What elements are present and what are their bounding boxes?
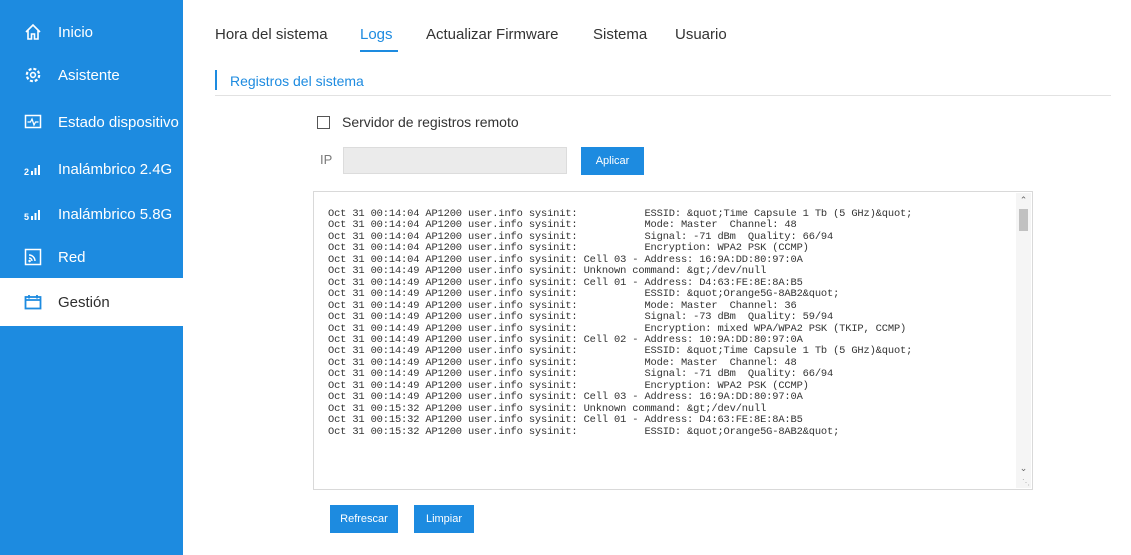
network-icon <box>24 248 42 266</box>
sidebar-item-label: Asistente <box>58 66 120 84</box>
log-textarea[interactable]: Oct 31 00:14:04 AP1200 user.info sysinit… <box>313 191 1033 490</box>
section-accent-bar <box>215 70 217 90</box>
sidebar-item-gestion[interactable]: Gestión <box>0 278 183 326</box>
tab-actualizar-firmware[interactable]: Actualizar Firmware <box>426 26 559 43</box>
sidebar-item-label: Gestión <box>58 293 110 311</box>
log-line: Oct 31 00:14:49 AP1200 user.info sysinit… <box>328 311 834 324</box>
refresh-button[interactable]: Refrescar <box>330 505 398 533</box>
monitor-icon <box>24 113 42 131</box>
sidebar-item-inicio[interactable]: Inicio <box>0 8 183 56</box>
ip-input[interactable] <box>343 147 567 174</box>
ip-label: IP <box>320 152 333 167</box>
tab-logs[interactable]: Logs <box>360 26 393 43</box>
log-content: Oct 31 00:14:04 AP1200 user.info sysinit… <box>328 209 1016 481</box>
tab-sistema[interactable]: Sistema <box>593 26 647 43</box>
sidebar-item-label: Inicio <box>58 23 94 41</box>
remote-server-label: Servidor de registros remoto <box>342 114 519 130</box>
log-scrollbar[interactable]: ⌃ ⌄ <box>1016 193 1031 488</box>
scroll-up-icon[interactable]: ⌃ <box>1016 193 1031 207</box>
resize-grip-icon[interactable]: ⋱ <box>1022 479 1030 487</box>
sidebar-item-label: Inalámbrico 2.4G <box>58 160 173 178</box>
sidebar-item-inalambrico-24g[interactable]: 2 Inalámbrico 2.4G <box>0 145 183 193</box>
signal-2g-icon: 2 <box>24 160 42 178</box>
section-title: Registros del sistema <box>230 73 364 89</box>
log-line: Oct 31 00:14:49 AP1200 user.info sysinit… <box>328 265 767 278</box>
home-icon <box>24 23 42 41</box>
signal-5g-icon: 5 <box>24 205 42 223</box>
apply-button[interactable]: Aplicar <box>581 147 644 175</box>
log-line: Oct 31 00:15:32 AP1200 user.info sysinit… <box>328 414 803 427</box>
sidebar-item-inalambrico-58g[interactable]: 5 Inalámbrico 5.8G <box>0 190 183 238</box>
clear-button[interactable]: Limpiar <box>414 505 474 533</box>
sidebar-item-asistente[interactable]: Asistente <box>0 51 183 99</box>
sidebar-item-label: Estado dispositivo <box>58 113 179 131</box>
active-tab-indicator <box>360 50 398 52</box>
scroll-thumb[interactable] <box>1019 209 1028 231</box>
sidebar: Inicio Asistente Estado dispositivo 2 In… <box>0 0 183 555</box>
log-line: Oct 31 00:14:49 AP1200 user.info sysinit… <box>328 288 840 301</box>
tab-usuario[interactable]: Usuario <box>675 26 727 43</box>
tab-hora-del-sistema[interactable]: Hora del sistema <box>215 26 328 43</box>
remote-server-checkbox[interactable] <box>317 116 330 129</box>
svg-text:2: 2 <box>24 167 29 177</box>
section-divider <box>215 95 1111 96</box>
scroll-down-icon[interactable]: ⌄ <box>1016 461 1031 475</box>
sidebar-item-red[interactable]: Red <box>0 233 183 281</box>
svg-text:5: 5 <box>24 212 29 222</box>
sidebar-item-label: Red <box>58 248 86 266</box>
sidebar-item-label: Inalámbrico 5.8G <box>58 205 173 223</box>
management-icon <box>24 293 42 311</box>
log-line: Oct 31 00:14:49 AP1200 user.info sysinit… <box>328 391 803 404</box>
sidebar-item-estado-dispositivo[interactable]: Estado dispositivo <box>0 98 183 146</box>
gear-icon <box>24 66 42 84</box>
log-line: Oct 31 00:15:32 AP1200 user.info sysinit… <box>328 425 840 438</box>
